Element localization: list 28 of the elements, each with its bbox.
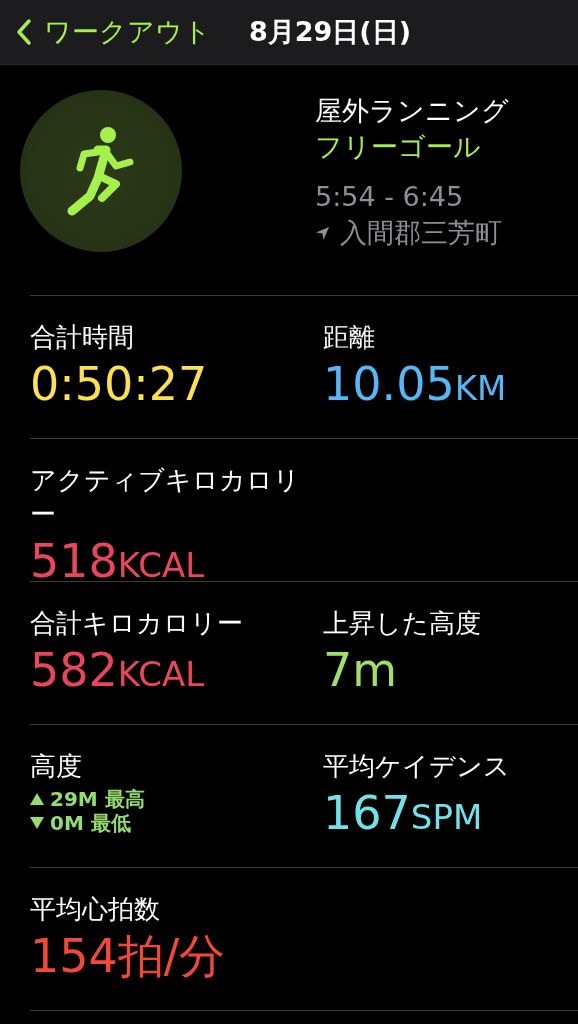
metric-label: 合計キロカロリー — [30, 607, 244, 640]
metric-value: 10.05 KM — [323, 356, 508, 413]
workout-goal: フリーゴール — [315, 130, 482, 164]
metric-value: 167SPM — [323, 785, 484, 842]
metric-label: アクティブキロカロリー — [30, 464, 301, 531]
metric-label: 平均心拍数 — [30, 893, 161, 926]
metric-label: 平均ケイデンス — [323, 750, 511, 783]
max-elevation: 29M 最高 — [50, 787, 145, 811]
location-text: 入間郡三芳町 — [340, 216, 502, 250]
location-arrow-icon — [315, 225, 330, 241]
metric-value: 518KCAL — [30, 533, 206, 590]
workout-name: 屋外ランニング — [315, 94, 509, 128]
metric-label: 高度 — [30, 750, 83, 783]
down-triangle-icon — [30, 817, 44, 829]
back-button[interactable]: ワークアウト — [16, 14, 211, 50]
metric-label: 距離 — [323, 321, 376, 354]
chevron-left-icon — [16, 18, 32, 46]
time-range: 5:54 - 6:45 — [315, 180, 465, 214]
runner-icon — [66, 126, 136, 216]
metric-label: 合計時間 — [30, 321, 135, 354]
min-elevation: 0M 最低 — [50, 811, 131, 835]
metric-value: 582 KCAL — [30, 642, 206, 699]
metric-value: 7m — [323, 642, 399, 699]
up-triangle-icon — [30, 793, 44, 805]
metric-value: 154拍/分 — [30, 928, 227, 985]
nav-title: 8月29日(日) — [249, 15, 412, 49]
metric-value: 0:50:27 — [30, 356, 209, 413]
metric-label: 上昇した高度 — [323, 607, 482, 640]
